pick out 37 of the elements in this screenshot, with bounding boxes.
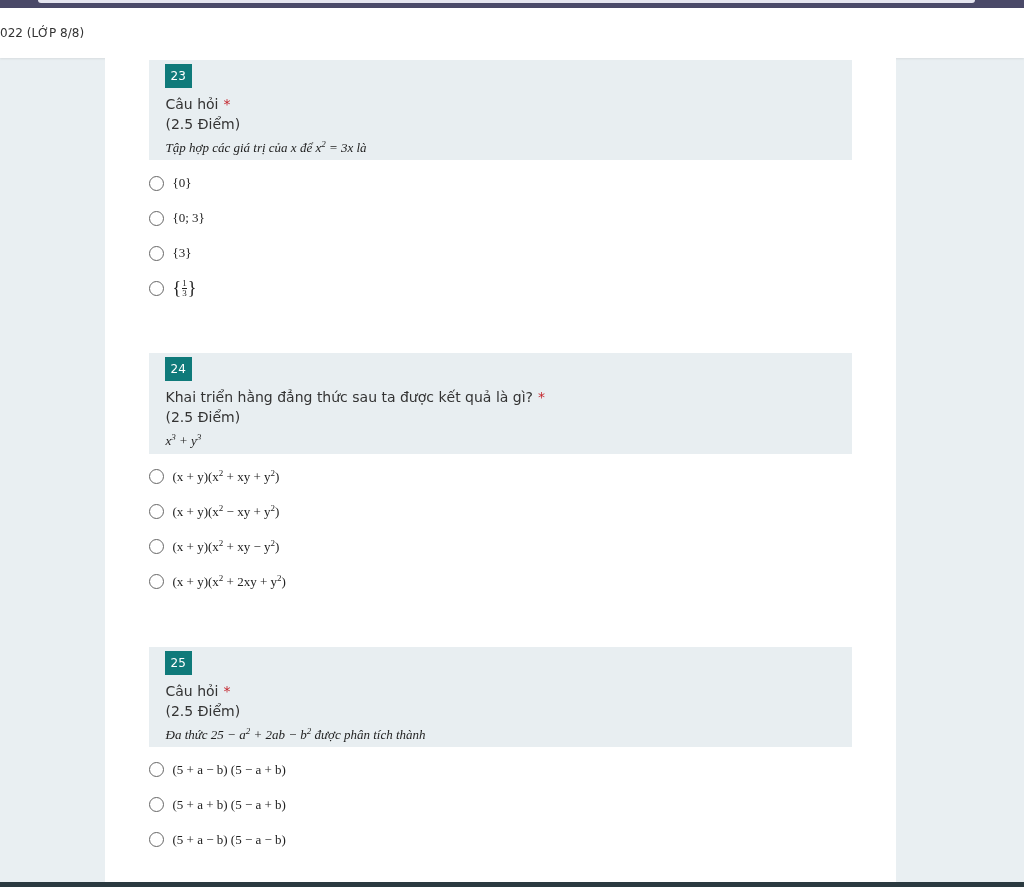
required-mark: *	[223, 681, 231, 701]
question-prompt: Tập hợp các giá trị của x để x$^{2}$ = 3x là	[165, 138, 367, 158]
required-mark: *	[223, 95, 231, 114]
question-points: (2.5 Điểm)	[165, 115, 241, 134]
option-label: {3}	[172, 245, 192, 262]
option-label: (x + y)(x$^{2}$ + xy − y$^{2}$)	[172, 538, 280, 556]
radio-button[interactable]	[148, 175, 164, 191]
required-mark: *	[538, 388, 546, 408]
form-title: 022 (LỚP 8/8)	[0, 26, 85, 40]
question-number: 24	[164, 357, 192, 382]
option-label: (x + y)(x$^{2}$ + 2xy + y$^{2}$)	[172, 573, 286, 591]
option-label: {0; 3}	[172, 210, 205, 227]
radio-button[interactable]	[148, 762, 164, 778]
option-label: (5 + a − b) (5 − a − b)	[172, 832, 286, 848]
radio-button[interactable]	[148, 504, 164, 520]
option-label: (x + y)(x$^{2}$ − xy + y$^{2}$)	[172, 503, 280, 521]
question-title: Câu hỏi	[165, 681, 219, 701]
radio-button[interactable]	[148, 797, 164, 813]
option-label: (5 + a − b) (5 − a + b)	[172, 762, 286, 778]
radio-button[interactable]	[148, 469, 164, 485]
question-points: (2.5 Điểm)	[165, 701, 241, 721]
radio-button[interactable]	[148, 245, 164, 261]
radio-button[interactable]	[148, 210, 164, 226]
question-number: 25	[164, 650, 192, 675]
radio-button[interactable]	[148, 574, 164, 590]
option-label: (x + y)(x$^{2}$ + xy + y$^{2}$)	[172, 468, 280, 486]
option-label: {0}	[172, 175, 192, 192]
option-label: (5 + a + b) (5 − a + b)	[172, 797, 286, 813]
radio-button[interactable]	[148, 832, 164, 848]
question-number: 23	[164, 64, 192, 88]
question-title: Khai triển hằng đẳng thức sau ta được kết quả là gì?	[165, 388, 534, 408]
radio-button[interactable]	[148, 539, 164, 555]
question-title: Câu hỏi	[165, 95, 219, 114]
question-prompt: x$^{3}$ + y$^{3}$	[165, 431, 202, 451]
question-points: (2.5 Điểm)	[165, 408, 241, 428]
question-prompt: Đa thức 25 − a$^{2}$ + 2ab − b$^{2}$ được phân tích thành	[165, 724, 426, 744]
radio-button[interactable]	[148, 280, 164, 296]
